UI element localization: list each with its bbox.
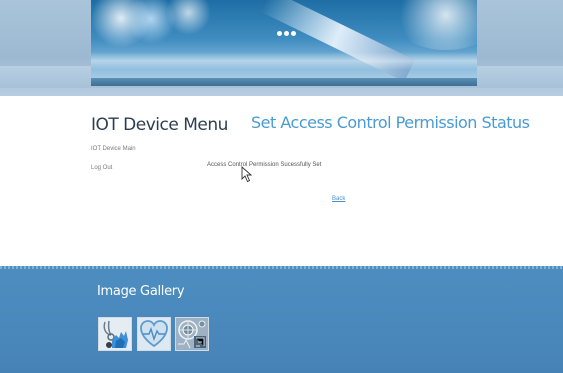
banner-dot [284,31,289,36]
page-title: Set Access Control Permission Status [251,113,530,132]
back-link[interactable]: Back [332,196,345,202]
sidebar-item-log-out[interactable]: Log Out [91,165,112,171]
banner-bokeh-light [391,0,477,50]
heart-pulse-icon [138,318,170,350]
banner-bottom-bar [91,78,477,86]
banner-dot [291,31,296,36]
sidebar-item-iot-device-main[interactable]: IOT Device Main [91,146,136,152]
gallery-title: Image Gallery [97,284,185,299]
sidebar-title: IOT Device Menu [91,115,228,135]
gallery-thumbnail-medical[interactable] [175,317,209,351]
mouse-cursor-icon [241,166,252,183]
banner-dot [277,31,282,36]
medical-circuit-icon [176,318,208,350]
gallery-thumbnail-stethoscope[interactable] [98,317,132,351]
header-banner-image [91,0,477,86]
stethoscope-hand-icon [99,318,131,350]
status-message: Access Control Permission Sucessfully Se… [207,162,322,168]
gallery-thumbnail-heart[interactable] [137,317,171,351]
footer: Image Gallery [0,266,563,373]
banner-shine [91,52,477,70]
footer-top-edge [0,266,563,269]
